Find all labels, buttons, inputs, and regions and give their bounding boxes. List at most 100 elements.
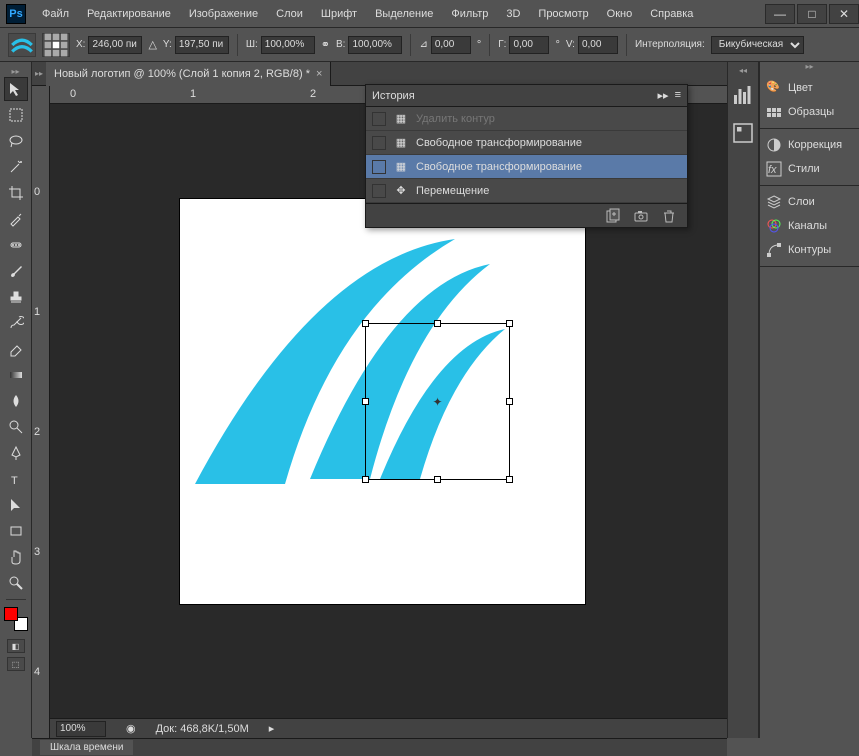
toolbox-expand-icon[interactable]: ▸▸	[0, 66, 31, 76]
close-button[interactable]: ✕	[829, 4, 859, 24]
angle-input[interactable]	[431, 36, 471, 54]
delete-state-icon[interactable]	[661, 208, 677, 224]
blur-tool[interactable]	[4, 389, 28, 413]
transform-handle-mr[interactable]	[506, 398, 513, 405]
shape-tool[interactable]	[4, 519, 28, 543]
heal-tool[interactable]	[4, 233, 28, 257]
move-tool[interactable]	[4, 77, 28, 101]
menu-view[interactable]: Просмотр	[530, 4, 596, 24]
eraser-tool[interactable]	[4, 337, 28, 361]
adjustments-panel-tab[interactable]: Коррекция	[760, 133, 859, 157]
menu-select[interactable]: Выделение	[367, 4, 441, 24]
transform-center-icon[interactable]: ✦	[432, 396, 444, 408]
x-input[interactable]	[88, 36, 142, 54]
strip-expand-icon[interactable]: ◂◂	[728, 66, 758, 76]
new-doc-from-state-icon[interactable]	[605, 208, 621, 224]
minimize-button[interactable]: —	[765, 4, 795, 24]
history-panel-header[interactable]: История ▸▸≡	[366, 85, 687, 107]
ruler-tick: 4	[34, 666, 40, 678]
marquee-tool[interactable]	[4, 103, 28, 127]
reference-point-icon[interactable]	[42, 33, 70, 57]
w-input[interactable]	[261, 36, 315, 54]
new-snapshot-icon[interactable]	[633, 208, 649, 224]
transform-handle-tr[interactable]	[506, 320, 513, 327]
menu-edit[interactable]: Редактирование	[79, 4, 179, 24]
type-tool[interactable]: T	[4, 467, 28, 491]
transform-handle-bl[interactable]	[362, 476, 369, 483]
channels-panel-tab[interactable]: Каналы	[760, 214, 859, 238]
history-item-future[interactable]: ✥ Перемещение	[366, 179, 687, 203]
zoom-input[interactable]	[56, 721, 106, 737]
history-snapshot-toggle[interactable]	[372, 184, 386, 198]
menu-image[interactable]: Изображение	[181, 4, 266, 24]
gradient-tool[interactable]	[4, 363, 28, 387]
histogram-panel-icon[interactable]	[731, 82, 755, 108]
menu-layer[interactable]: Слои	[268, 4, 311, 24]
color-panel-tab[interactable]: 🎨Цвет	[760, 76, 859, 100]
vskew-input[interactable]	[578, 36, 618, 54]
status-menu-icon[interactable]: ▸	[269, 722, 275, 735]
menu-type[interactable]: Шрифт	[313, 4, 365, 24]
panels-collapse-icon[interactable]: ▸▸	[760, 62, 859, 72]
screenmode-toggle[interactable]: ⬚	[7, 657, 25, 671]
y-input[interactable]	[175, 36, 229, 54]
dodge-tool[interactable]	[4, 415, 28, 439]
transform-handle-tc[interactable]	[434, 320, 441, 327]
nav-icon[interactable]: ◉	[126, 722, 136, 735]
panel-flyout-icon[interactable]: ▸▸	[658, 89, 669, 102]
close-tab-icon[interactable]: ×	[316, 68, 322, 80]
foreground-color-swatch[interactable]	[4, 607, 18, 621]
transform-handle-tl[interactable]	[362, 320, 369, 327]
hskew-input[interactable]	[509, 36, 549, 54]
transform-handle-br[interactable]	[506, 476, 513, 483]
path-select-tool[interactable]	[4, 493, 28, 517]
menu-filter[interactable]: Фильтр	[443, 4, 496, 24]
properties-panel-icon[interactable]	[731, 120, 755, 146]
link-icon[interactable]: ⚭	[321, 38, 330, 51]
transform-bounding-box[interactable]: ✦	[365, 323, 510, 480]
menu-3d[interactable]: 3D	[498, 4, 528, 24]
history-snapshot-toggle[interactable]	[372, 112, 386, 126]
history-snapshot-toggle[interactable]	[372, 136, 386, 150]
interp-select[interactable]: Бикубическая	[711, 36, 804, 54]
history-item-selected[interactable]: ▦ Свободное трансформирование	[366, 155, 687, 179]
quickmask-toggle[interactable]: ◧	[7, 639, 25, 653]
transform-handle-bc[interactable]	[434, 476, 441, 483]
pen-tool[interactable]	[4, 441, 28, 465]
history-item[interactable]: ▦ Свободное трансформирование	[366, 131, 687, 155]
vertical-ruler[interactable]: 0 1 2 3 4	[32, 86, 50, 738]
wand-tool[interactable]	[4, 155, 28, 179]
transform-handle-ml[interactable]	[362, 398, 369, 405]
layers-panel-tab[interactable]: Слои	[760, 190, 859, 214]
degree-icon: °	[555, 39, 559, 51]
adjustments-icon	[766, 137, 782, 153]
brush-tool[interactable]	[4, 259, 28, 283]
crop-tool[interactable]	[4, 181, 28, 205]
document-tab[interactable]: Новый логотип @ 100% (Слой 1 копия 2, RG…	[46, 62, 331, 86]
history-snapshot-toggle[interactable]	[372, 160, 386, 174]
maximize-button[interactable]: □	[797, 4, 827, 24]
zoom-tool[interactable]	[4, 571, 28, 595]
menu-help[interactable]: Справка	[642, 4, 701, 24]
menu-file[interactable]: Файл	[34, 4, 77, 24]
history-panel[interactable]: История ▸▸≡ ▦ Удалить контур ▦ Свободное…	[365, 84, 688, 228]
bottom-dock: Шкала времени	[32, 738, 727, 756]
panel-menu-icon[interactable]: ≡	[675, 89, 681, 102]
lasso-tool[interactable]	[4, 129, 28, 153]
history-brush-tool[interactable]	[4, 311, 28, 335]
stamp-tool[interactable]	[4, 285, 28, 309]
eyedropper-tool[interactable]	[4, 207, 28, 231]
dock-chevron-icon[interactable]: ▸▸	[32, 69, 46, 78]
h-input[interactable]	[348, 36, 402, 54]
history-item[interactable]: ▦ Удалить контур	[366, 107, 687, 131]
hand-tool[interactable]	[4, 545, 28, 569]
timeline-tab[interactable]: Шкала времени	[40, 740, 133, 755]
swatches-panel-tab[interactable]: Образцы	[760, 100, 859, 124]
paths-panel-tab[interactable]: Контуры	[760, 238, 859, 262]
app-logo[interactable]: Ps	[6, 4, 26, 24]
panel-label: Стили	[788, 163, 820, 175]
transform-tool-icon[interactable]	[8, 33, 36, 57]
menu-window[interactable]: Окно	[599, 4, 641, 24]
styles-panel-tab[interactable]: fxСтили	[760, 157, 859, 181]
color-swatches[interactable]	[4, 607, 28, 631]
